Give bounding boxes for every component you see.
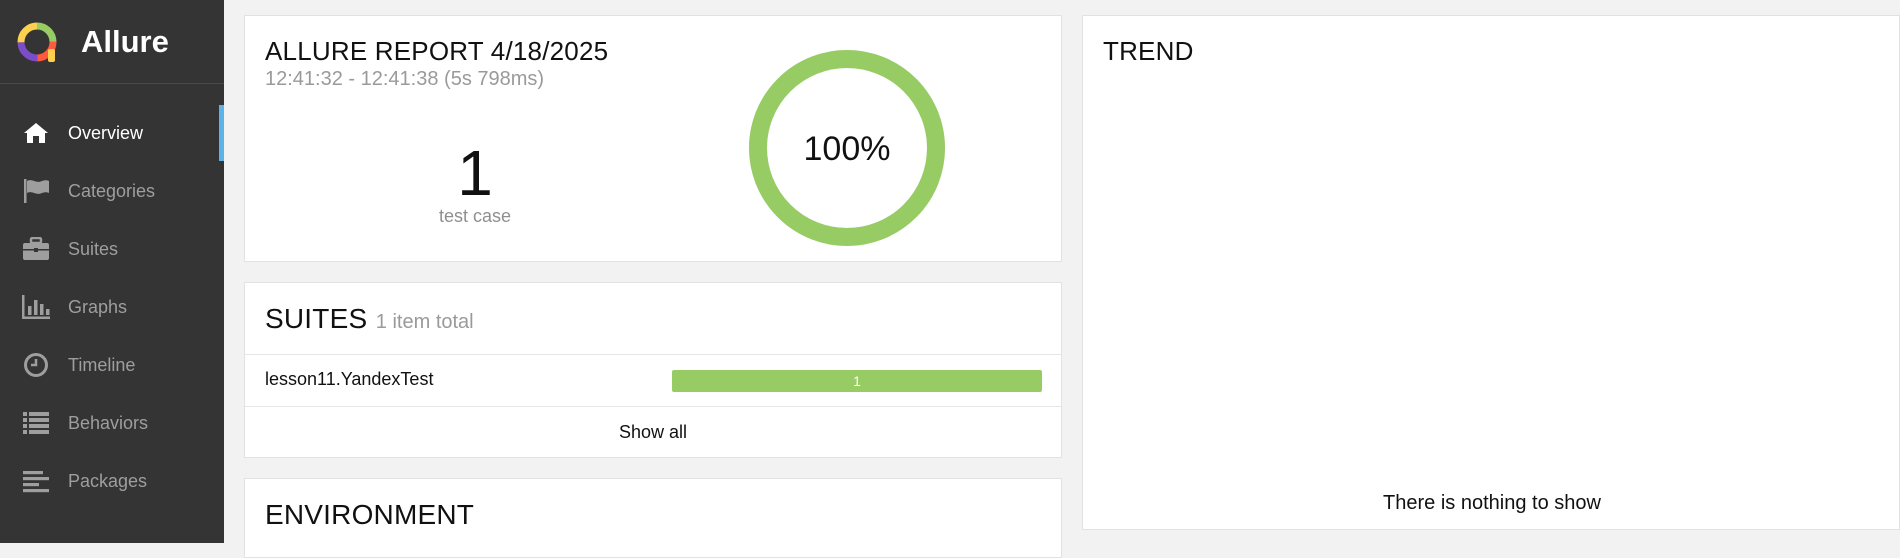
sidebar-item-overview[interactable]: Overview — [0, 104, 224, 162]
sidebar-item-graphs[interactable]: Graphs — [0, 278, 224, 336]
sidebar-item-packages[interactable]: Packages — [0, 452, 224, 510]
suites-count: 1 item total — [375, 311, 474, 333]
bar-chart-icon — [21, 292, 51, 322]
allure-logo-icon — [17, 22, 57, 62]
brand[interactable]: Allure — [0, 0, 224, 84]
sidebar-item-suites[interactable]: Suites — [0, 220, 224, 278]
flag-icon — [21, 176, 51, 206]
show-all-link[interactable]: Show all — [245, 407, 1061, 458]
list-icon — [21, 408, 51, 438]
sidebar-item-label: Behaviors — [68, 412, 149, 433]
briefcase-icon — [21, 234, 51, 264]
sidebar-item-label: Overview — [68, 122, 144, 143]
suites-title: SUITES — [265, 303, 368, 334]
trend-empty-message: There is nothing to show — [1383, 492, 1601, 514]
sidebar-item-categories[interactable]: Categories — [0, 162, 224, 220]
brand-name: Allure — [81, 23, 169, 59]
sidebar-item-label: Graphs — [68, 296, 128, 317]
trend-title: TREND — [1103, 36, 1194, 66]
sidebar-item-timeline[interactable]: Timeline — [0, 336, 224, 394]
test-count-label: test case — [438, 206, 512, 226]
table-row[interactable]: lesson11.YandexTest 1 — [245, 355, 1061, 406]
sidebar-item-label: Timeline — [68, 354, 136, 375]
sidebar-item-behaviors[interactable]: Behaviors — [0, 394, 224, 452]
suite-status-bar[interactable]: 1 — [672, 370, 1042, 392]
trend-widget: TREND There is nothing to show — [1082, 15, 1900, 530]
environment-title: ENVIRONMENT — [265, 499, 475, 530]
pass-rate-donut[interactable]: 100% — [747, 48, 947, 248]
clock-icon — [21, 350, 51, 380]
home-icon — [21, 118, 51, 148]
environment-widget: ENVIRONMENT — [244, 478, 1062, 558]
sidebar: Allure Overview Categories Suites Graphs — [0, 0, 224, 543]
summary-widget: ALLURE REPORT 4/18/2025 12:41:32 - 12:41… — [244, 15, 1062, 262]
report-title: ALLURE REPORT 4/18/2025 — [265, 36, 609, 66]
sidebar-nav: Overview Categories Suites Graphs Timeli… — [0, 104, 224, 510]
suite-name: lesson11.YandexTest — [265, 369, 434, 389]
suites-header: SUITES 1 item total — [265, 303, 474, 335]
suites-widget: SUITES 1 item total lesson11.YandexTest … — [244, 282, 1062, 458]
align-left-icon — [21, 466, 51, 496]
sidebar-item-label: Suites — [68, 238, 119, 259]
test-count: 1 — [457, 137, 493, 209]
pass-percent-label: 100% — [804, 130, 891, 168]
report-time-range: 12:41:32 - 12:41:38 (5s 798ms) — [265, 68, 545, 90]
sidebar-item-label: Packages — [68, 470, 148, 491]
sidebar-item-label: Categories — [68, 180, 156, 201]
